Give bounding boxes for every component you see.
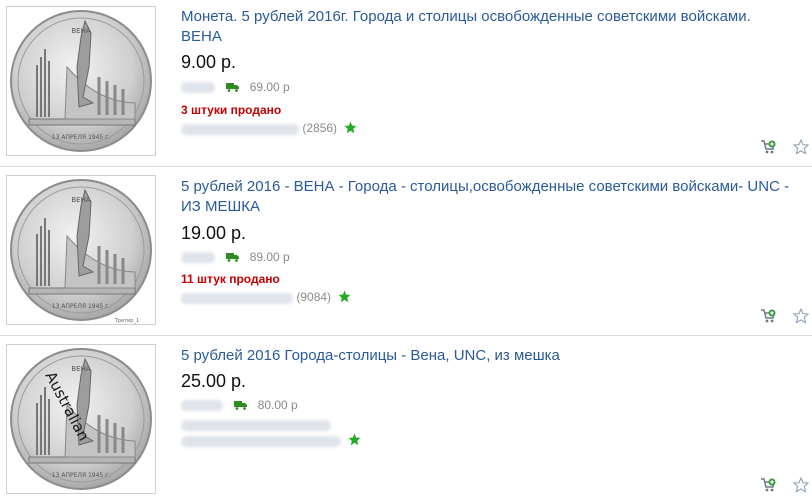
seller-row[interactable]: (9084) bbox=[181, 290, 351, 306]
listing-thumbnail-3[interactable]: ВЕНА 13 АПРЕЛЯ 1945 г. Australian bbox=[6, 344, 156, 494]
green-star-icon bbox=[348, 433, 361, 449]
shipping-price: 80.00 р bbox=[257, 398, 298, 412]
coin-top-text: ВЕНА bbox=[71, 196, 90, 204]
shipping-price: 89.00 р bbox=[249, 250, 290, 264]
shipping-row: 80.00 р bbox=[181, 398, 298, 412]
shipping-price: 69.00 р bbox=[249, 80, 290, 94]
green-star-icon bbox=[344, 121, 357, 137]
listing-thumbnail-2[interactable]: ВЕНА 13 АПРЕЛЯ 1945 г. Третир_1 bbox=[6, 175, 156, 325]
redacted-seller-info bbox=[181, 420, 331, 432]
redacted-location bbox=[181, 82, 215, 94]
add-to-cart-icon[interactable] bbox=[760, 308, 776, 329]
listing-item-2: ВЕНА 13 АПРЕЛЯ 1945 г. Третир_1 5 рублей… bbox=[0, 168, 812, 336]
truck-icon bbox=[234, 399, 248, 413]
coin-top-text: ВЕНА bbox=[71, 365, 90, 373]
listing-price: 9.00 р. bbox=[181, 52, 237, 72]
shipping-row: 89.00 р bbox=[181, 250, 290, 264]
coin-image: ВЕНА 13 АПРЕЛЯ 1945 г. Третир_1 bbox=[10, 179, 152, 324]
redacted-seller bbox=[181, 123, 299, 135]
sold-count: 3 штуки продано bbox=[181, 103, 282, 117]
seller-extra-row bbox=[181, 418, 331, 432]
image-watermark: Третир_1 bbox=[114, 318, 139, 324]
green-star-icon bbox=[338, 290, 351, 306]
listing-item-3: ВЕНА 13 АПРЕЛЯ 1945 г. Australian 5 рубл… bbox=[0, 337, 812, 499]
coin-date-text: 13 АПРЕЛЯ 1945 г. bbox=[52, 134, 110, 141]
truck-icon bbox=[226, 81, 240, 95]
watch-star-icon[interactable] bbox=[792, 476, 810, 498]
sold-count: 11 штук продано bbox=[181, 272, 280, 286]
listing-title[interactable]: 5 рублей 2016 Города-столицы - Вена, UNC… bbox=[181, 346, 791, 366]
listing-title[interactable]: Монета. 5 рублей 2016г. Города и столицы… bbox=[181, 7, 791, 47]
listing-thumbnail-1[interactable]: ВЕНА 13 АПРЕЛЯ 1945 г. bbox=[6, 6, 156, 156]
watch-star-icon[interactable] bbox=[792, 307, 810, 329]
listing-price: 19.00 р. bbox=[181, 223, 247, 243]
coin-image: ВЕНА 13 АПРЕЛЯ 1945 г. Australian bbox=[10, 348, 152, 490]
coin-date-text: 13 АПРЕЛЯ 1945 г. bbox=[52, 472, 110, 479]
seller-row[interactable]: (2856) bbox=[181, 121, 357, 137]
seller-row[interactable] bbox=[181, 433, 361, 449]
add-to-cart-icon[interactable] bbox=[760, 139, 776, 160]
truck-icon bbox=[226, 251, 240, 265]
listing-price: 25.00 р. bbox=[181, 371, 247, 391]
watch-star-icon[interactable] bbox=[792, 138, 810, 160]
listing-title[interactable]: 5 рублей 2016 - ВЕНА - Города - столицы,… bbox=[181, 177, 791, 217]
seller-rating: (9084) bbox=[296, 290, 332, 305]
redacted-location bbox=[181, 252, 215, 264]
coin-image: ВЕНА 13 АПРЕЛЯ 1945 г. bbox=[10, 10, 152, 152]
coin-date-text: 13 АПРЕЛЯ 1945 г. bbox=[52, 303, 110, 310]
add-to-cart-icon[interactable] bbox=[760, 477, 776, 498]
seller-rating: (2856) bbox=[302, 121, 338, 136]
coin-top-text: ВЕНА bbox=[71, 27, 90, 35]
shipping-row: 69.00 р bbox=[181, 80, 290, 94]
redacted-location bbox=[181, 400, 223, 412]
listing-item-1: ВЕНА 13 АПРЕЛЯ 1945 г. Монета. 5 рублей … bbox=[0, 0, 812, 167]
redacted-seller bbox=[181, 292, 293, 304]
redacted-seller bbox=[181, 435, 341, 447]
